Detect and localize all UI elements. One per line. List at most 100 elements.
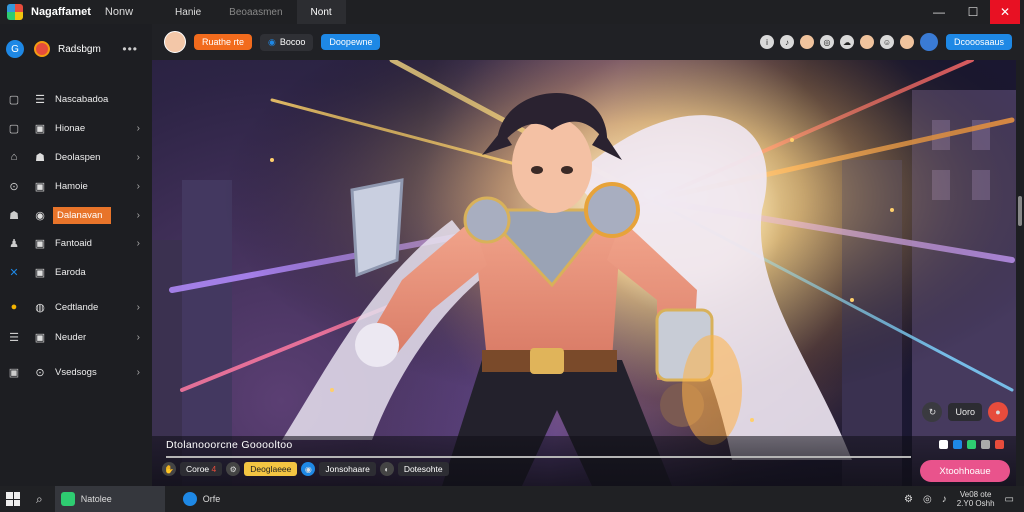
sidebar-header: G Radsbgm ••• bbox=[0, 24, 152, 74]
more-icon[interactable]: ••• bbox=[122, 42, 138, 56]
chevron-right-icon: › bbox=[136, 122, 140, 134]
bocoo-chip[interactable]: ◉ Bocoo bbox=[260, 33, 314, 51]
profile-avatar-icon[interactable] bbox=[919, 33, 938, 51]
close-button[interactable]: ✕ bbox=[990, 0, 1020, 24]
sidebar-left-icon: ▢ bbox=[8, 122, 20, 135]
sidebar-item-hamoie[interactable]: ⊙ ▣ Hamoie › bbox=[0, 175, 152, 197]
cross-tools-icon: ✕ bbox=[9, 266, 19, 279]
sidebar-left-icon: ▢ bbox=[8, 93, 20, 106]
toolbar-action-button[interactable]: Dcooosaaus bbox=[945, 34, 1012, 50]
sidebar-item-cedtlande[interactable]: ● ◍ Cedtlande › bbox=[0, 296, 152, 318]
sidebar-item-label: Dalanavan bbox=[53, 206, 111, 224]
share-icon[interactable] bbox=[995, 440, 1004, 449]
sidebar-item-fantoaid[interactable]: ♟ ▣ Fantoaid › bbox=[0, 232, 152, 254]
notification-icon[interactable]: ▭ bbox=[1005, 494, 1014, 505]
clock-date: 2.Y0 Oshh bbox=[956, 499, 995, 508]
rotate-icon[interactable]: ↻ bbox=[922, 402, 943, 422]
user-avatar-icon[interactable] bbox=[899, 35, 914, 49]
tab-nont[interactable]: Nont bbox=[296, 0, 346, 24]
chevron-right-icon: › bbox=[136, 180, 140, 192]
artwork-illustration bbox=[152, 60, 1016, 486]
app-menu[interactable]: Nonw bbox=[105, 6, 133, 18]
tab-hanie[interactable]: Hanie bbox=[161, 0, 215, 24]
share-icon[interactable] bbox=[981, 440, 990, 449]
stage-controls: ↻ Uoro ● bbox=[922, 402, 1008, 422]
cloud-icon[interactable]: ☁ bbox=[839, 35, 854, 49]
bag-icon: ☗ bbox=[35, 151, 45, 164]
avatar[interactable] bbox=[34, 41, 50, 57]
avatar[interactable] bbox=[164, 31, 186, 53]
record-icon[interactable]: ● bbox=[988, 402, 1008, 422]
user-avatar-icon[interactable] bbox=[799, 35, 814, 49]
sidebar-item-label: Deolaspen bbox=[55, 151, 101, 163]
calendar-icon: ▣ bbox=[34, 331, 46, 344]
sidebar-item-label: Vsedsogs bbox=[55, 366, 97, 378]
search-icon[interactable]: ⌕ bbox=[36, 492, 43, 507]
sidebar-item-nascabadoa[interactable]: ▢ ☰ Nascabadoa bbox=[0, 88, 152, 110]
start-icon[interactable] bbox=[6, 492, 20, 506]
artwork-canvas[interactable]: ↻ Uoro ● Dtolanooorcne Gooooltoo ✋ Coroe… bbox=[152, 60, 1016, 486]
sidebar-item-label: Fantoaid bbox=[55, 237, 92, 249]
chat-icon[interactable]: ◎ bbox=[819, 35, 834, 49]
tag-pill[interactable]: Jonsohaare bbox=[319, 462, 376, 476]
gear-icon[interactable]: ⚙ bbox=[226, 462, 241, 476]
scroll-thumb[interactable] bbox=[1018, 196, 1022, 226]
tab-strip: Hanie Beoaasmen Nont bbox=[161, 0, 346, 24]
taskbar-app-label: Natolee bbox=[80, 494, 112, 504]
sidebar-item-hionae[interactable]: ▢ ▣ Hionae › bbox=[0, 117, 152, 139]
progress-track[interactable] bbox=[166, 456, 911, 458]
scrollbar[interactable] bbox=[1016, 60, 1024, 486]
doopewne-chip[interactable]: Doopewne bbox=[321, 34, 381, 50]
overlay-share-icons bbox=[939, 440, 1004, 449]
tag-pill[interactable]: Coroe 4 bbox=[180, 462, 223, 476]
info-icon[interactable]: i bbox=[759, 35, 774, 49]
hand-icon[interactable]: ✋ bbox=[162, 462, 176, 476]
window-controls: — ☐ ✕ bbox=[922, 0, 1024, 24]
sidebar-item-dalanavan[interactable]: ☗ ◉ Dalanavan › bbox=[0, 204, 152, 226]
app-name: Nagaffamet bbox=[31, 6, 91, 18]
bell-icon[interactable]: ♪ bbox=[779, 35, 794, 49]
user-name: Radsbgm bbox=[58, 43, 101, 55]
sidebar-item-earoda[interactable]: ✕ ▣ Earoda bbox=[0, 261, 152, 283]
sidebar: G Radsbgm ••• ▢ ☰ Nascabadoa ▢ ▣ Hionae … bbox=[0, 24, 152, 486]
maximize-button[interactable]: ☐ bbox=[956, 0, 990, 24]
menu-icon: ☰ bbox=[35, 93, 45, 106]
brand-icon[interactable]: G bbox=[6, 40, 24, 58]
sidebar-item-vsedsogs[interactable]: ▣ ⊙ Vsedsogs › bbox=[0, 361, 152, 383]
globe-icon: ◉ bbox=[268, 36, 276, 47]
network-icon[interactable]: ◎ bbox=[923, 494, 932, 505]
chevron-right-icon: › bbox=[136, 301, 140, 313]
tab-beoaasmen[interactable]: Beoaasmen bbox=[215, 0, 296, 24]
sidebar-item-neuder[interactable]: ☰ ▣ Neuder › bbox=[0, 326, 152, 348]
clock[interactable]: Ve08 ote 2.Y0 Oshh bbox=[957, 490, 995, 508]
tag-count: 4 bbox=[211, 464, 217, 474]
user-avatar-icon[interactable] bbox=[859, 35, 874, 49]
settings-icon[interactable]: ⚙ bbox=[904, 494, 913, 505]
taskbar-app-natolee[interactable]: Natolee bbox=[54, 486, 165, 512]
sidebar-item-label: Hionae bbox=[55, 122, 86, 134]
emoji-icon[interactable]: ☺ bbox=[879, 35, 894, 49]
eye-icon[interactable]: ◐ bbox=[379, 462, 394, 476]
tag-pill[interactable]: Dotesohte bbox=[397, 462, 449, 476]
stage-control-label[interactable]: Uoro bbox=[948, 403, 982, 421]
list-icon: ☰ bbox=[9, 331, 19, 344]
share-icon[interactable] bbox=[953, 440, 962, 449]
taskbar-app-orfe[interactable]: Orfe bbox=[177, 486, 227, 512]
home-icon: ⌂ bbox=[10, 151, 18, 163]
share-icon[interactable] bbox=[939, 440, 948, 449]
minimize-button[interactable]: — bbox=[922, 0, 956, 24]
artwork-title: Dtolanooorcne Gooooltoo bbox=[166, 439, 293, 451]
globe-icon[interactable]: ◉ bbox=[301, 462, 316, 476]
sidebar-item-label: Earoda bbox=[55, 266, 86, 278]
sidebar-item-deolaspen[interactable]: ⌂ ☗ Deolaspen › bbox=[0, 146, 152, 168]
share-icon[interactable] bbox=[967, 440, 976, 449]
primary-chip[interactable]: Ruathe rte bbox=[194, 34, 253, 50]
taskbar-app-label: Orfe bbox=[202, 494, 221, 504]
volume-icon[interactable]: ♪ bbox=[942, 494, 947, 505]
globe-icon: ◍ bbox=[35, 301, 45, 314]
sidebar-item-label: Nascabadoa bbox=[55, 93, 109, 105]
document-icon: ▣ bbox=[34, 266, 46, 279]
tag-pill[interactable]: Deoglaeee bbox=[244, 462, 298, 476]
cta-button[interactable]: Xtoohhoaue bbox=[920, 460, 1010, 482]
chevron-right-icon: › bbox=[136, 366, 140, 378]
